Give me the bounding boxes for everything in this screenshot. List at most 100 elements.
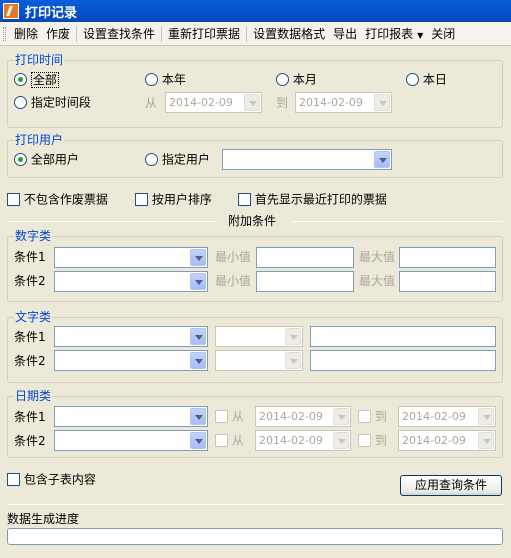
extra-separator-left bbox=[7, 221, 217, 222]
title-bar[interactable]: 打印记录 bbox=[0, 0, 511, 22]
dropdown-arrow-icon[interactable] bbox=[190, 352, 206, 369]
date-cond2-label: 条件2 bbox=[14, 434, 46, 448]
apply-search-button[interactable]: 应用查询条件 bbox=[400, 475, 502, 496]
checkbox-exclude-void-label: 不包含作废票据 bbox=[23, 192, 108, 207]
data-progress-bar bbox=[7, 528, 503, 545]
time-to-label: 到 bbox=[276, 96, 289, 110]
menu-set-search-conditions[interactable]: 设置查找条件 bbox=[79, 25, 159, 42]
toolbar-grip-icon[interactable] bbox=[3, 26, 6, 41]
date-cond2-from-checkbox[interactable]: 从 bbox=[215, 433, 244, 448]
dropdown-arrow-icon[interactable] bbox=[244, 94, 260, 111]
radio-user-all-button[interactable] bbox=[14, 153, 27, 166]
time-from-date-picker[interactable]: 2014-02-09 bbox=[165, 92, 262, 113]
checkbox-exclude-void[interactable]: 不包含作废票据 bbox=[7, 192, 108, 207]
date-cond2-to-label: 到 bbox=[374, 433, 387, 448]
dropdown-arrow-icon[interactable] bbox=[190, 432, 206, 449]
menu-print-report[interactable]: 打印报表 ▼ bbox=[361, 25, 427, 42]
date-cond2-from-box[interactable] bbox=[215, 434, 228, 447]
date-cond1-from-box[interactable] bbox=[215, 410, 228, 423]
date-cond2-to-checkbox[interactable]: 到 bbox=[358, 433, 387, 448]
window-title: 打印记录 bbox=[25, 5, 78, 21]
date-cond1-to-box[interactable] bbox=[358, 410, 371, 423]
user-select[interactable] bbox=[222, 149, 392, 170]
dropdown-arrow-icon[interactable] bbox=[190, 273, 206, 290]
dropdown-arrow-icon[interactable] bbox=[333, 432, 349, 449]
menu-reprint[interactable]: 重新打印票据 bbox=[164, 25, 244, 42]
date-cond1-from-checkbox[interactable]: 从 bbox=[215, 409, 244, 424]
date-cond2-to-picker[interactable]: 2014-02-09 bbox=[398, 430, 496, 451]
radio-time-all-button[interactable] bbox=[14, 73, 27, 86]
print-user-title: 打印用户 bbox=[14, 133, 65, 147]
date-cond2-select[interactable] bbox=[54, 430, 208, 451]
dropdown-arrow-icon[interactable] bbox=[190, 408, 206, 425]
date-cond2-to-value: 2014-02-09 bbox=[402, 434, 466, 447]
checkbox-recent-first-box[interactable] bbox=[238, 193, 251, 206]
dropdown-arrow-icon[interactable] bbox=[285, 352, 301, 369]
date-cond2-from-picker[interactable]: 2014-02-09 bbox=[255, 430, 351, 451]
dropdown-arrow-icon[interactable] bbox=[190, 249, 206, 266]
menu-export[interactable]: 导出 bbox=[329, 25, 361, 42]
radio-time-month-button[interactable] bbox=[276, 73, 289, 86]
dropdown-arrow-icon[interactable] bbox=[190, 328, 206, 345]
radio-user-all[interactable]: 全部用户 bbox=[14, 152, 79, 167]
numeric-cond2-min-input[interactable] bbox=[256, 271, 354, 292]
checkbox-include-subtable-box[interactable] bbox=[7, 473, 20, 486]
radio-time-today[interactable]: 本日 bbox=[406, 72, 447, 87]
extra-conditions-title: 附加条件 bbox=[228, 214, 277, 228]
numeric-cond2-max-input[interactable] bbox=[399, 271, 496, 292]
text-cond1-select[interactable] bbox=[54, 326, 208, 347]
radio-time-year-button[interactable] bbox=[145, 73, 158, 86]
checkbox-sort-by-user-label: 按用户排序 bbox=[151, 192, 212, 207]
numeric-group: 数字类 bbox=[7, 229, 503, 302]
menu-close[interactable]: 关闭 bbox=[427, 25, 459, 42]
progress-label: 数据生成进度 bbox=[7, 512, 80, 526]
dropdown-arrow-icon[interactable] bbox=[374, 94, 390, 111]
menu-delete[interactable]: 删除 bbox=[10, 25, 42, 42]
date-cond1-from-value: 2014-02-09 bbox=[259, 410, 323, 423]
radio-user-specific[interactable]: 指定用户 bbox=[145, 152, 210, 167]
date-cond1-select[interactable] bbox=[54, 406, 208, 427]
numeric-cond2-label: 条件2 bbox=[14, 274, 46, 288]
time-to-date-picker[interactable]: 2014-02-09 bbox=[295, 92, 392, 113]
date-cond2-to-box[interactable] bbox=[358, 434, 371, 447]
radio-user-all-label: 全部用户 bbox=[30, 152, 79, 167]
menu-separator bbox=[161, 25, 163, 42]
text-cond2-select[interactable] bbox=[54, 350, 208, 371]
dropdown-arrow-icon[interactable] bbox=[333, 408, 349, 425]
radio-time-month-label: 本月 bbox=[292, 72, 317, 87]
checkbox-include-subtable[interactable]: 包含子表内容 bbox=[7, 472, 96, 487]
dropdown-arrow-icon[interactable] bbox=[285, 328, 301, 345]
text-cond1-value-input[interactable] bbox=[310, 326, 496, 347]
numeric-cond1-select[interactable] bbox=[54, 247, 208, 268]
radio-time-custom[interactable]: 指定时间段 bbox=[14, 95, 91, 110]
text-cond2-value-input[interactable] bbox=[310, 350, 496, 371]
radio-time-year[interactable]: 本年 bbox=[145, 72, 186, 87]
dropdown-arrow-icon[interactable] bbox=[478, 408, 494, 425]
dropdown-arrow-icon[interactable] bbox=[374, 151, 390, 168]
app-logo-icon bbox=[3, 3, 19, 19]
radio-time-custom-button[interactable] bbox=[14, 96, 27, 109]
checkbox-recent-first[interactable]: 首先显示最近打印的票据 bbox=[238, 192, 387, 207]
numeric-cond1-min-input[interactable] bbox=[256, 247, 354, 268]
menu-set-data-format[interactable]: 设置数据格式 bbox=[249, 25, 329, 42]
dropdown-arrow-icon: ▼ bbox=[417, 31, 424, 40]
checkbox-sort-by-user-box[interactable] bbox=[135, 193, 148, 206]
radio-time-month[interactable]: 本月 bbox=[276, 72, 317, 87]
dropdown-arrow-icon[interactable] bbox=[478, 432, 494, 449]
date-cond1-to-checkbox[interactable]: 到 bbox=[358, 409, 387, 424]
radio-user-specific-button[interactable] bbox=[145, 153, 158, 166]
text-cond1-operator-select[interactable] bbox=[215, 326, 303, 347]
checkbox-exclude-void-box[interactable] bbox=[7, 193, 20, 206]
numeric-cond2-select[interactable] bbox=[54, 271, 208, 292]
menu-void[interactable]: 作废 bbox=[42, 25, 74, 42]
date-cond1-to-picker[interactable]: 2014-02-09 bbox=[398, 406, 496, 427]
text-cond2-operator-select[interactable] bbox=[215, 350, 303, 371]
numeric-cond1-label: 条件1 bbox=[14, 250, 46, 264]
print-record-window: 打印记录 删除 作废 设置查找条件 重新打印票据 设置数据格式 导出 打印报表 ▼… bbox=[0, 0, 511, 558]
date-title: 日期类 bbox=[14, 389, 53, 403]
date-cond1-from-picker[interactable]: 2014-02-09 bbox=[255, 406, 351, 427]
radio-time-today-button[interactable] bbox=[406, 73, 419, 86]
checkbox-sort-by-user[interactable]: 按用户排序 bbox=[135, 192, 212, 207]
numeric-cond1-max-input[interactable] bbox=[399, 247, 496, 268]
radio-time-all[interactable]: 全部 bbox=[14, 71, 59, 88]
